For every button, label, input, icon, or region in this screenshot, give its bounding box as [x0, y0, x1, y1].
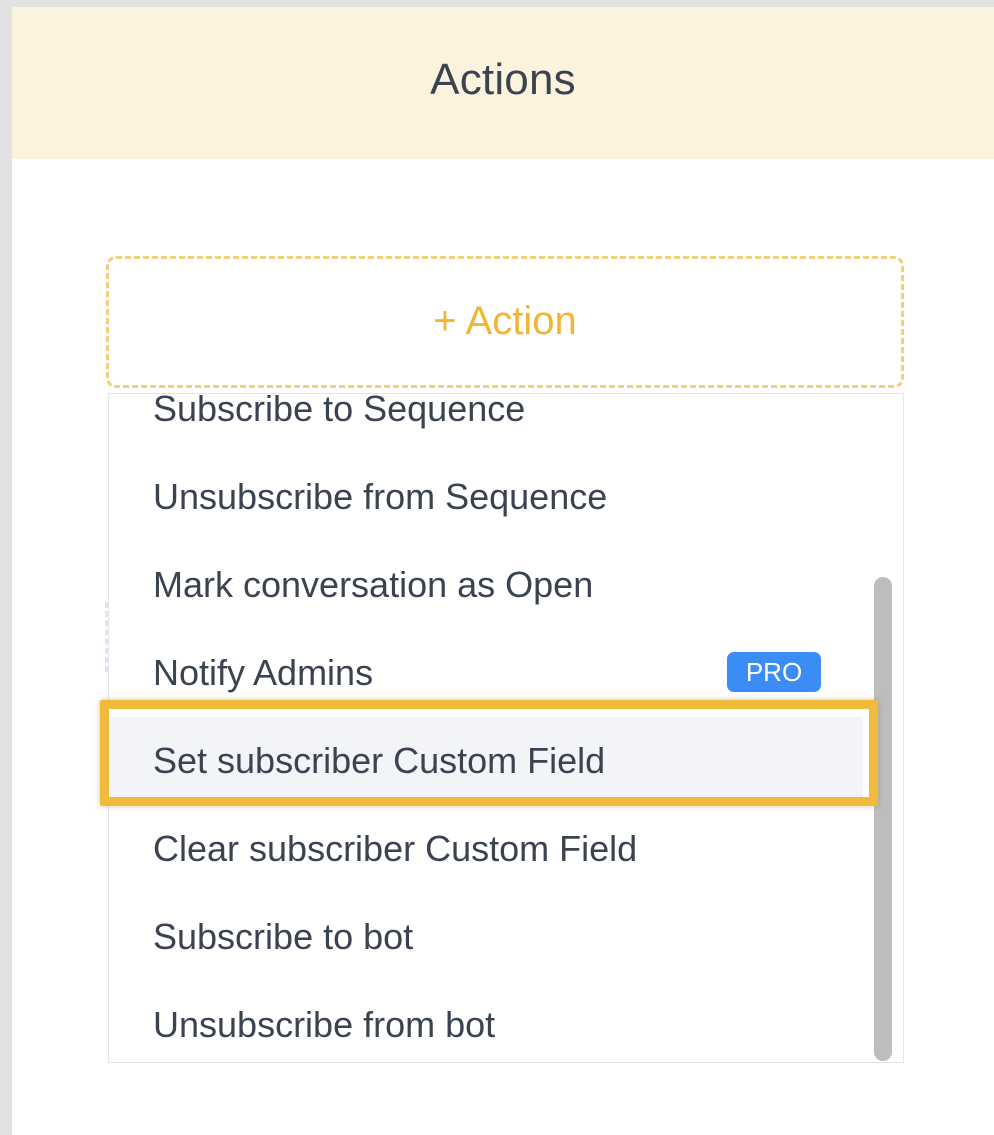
menu-item-label: Notify Admins [153, 652, 374, 693]
menu-item-label: Unsubscribe from bot [153, 1004, 496, 1045]
menu-item-subscribe-to-bot[interactable]: Subscribe to bot [110, 893, 863, 981]
menu-item-label: Clear subscriber Custom Field [153, 828, 638, 869]
menu-item-clear-subscriber-custom-field[interactable]: Clear subscriber Custom Field [110, 805, 863, 893]
add-action-button[interactable]: + Action [106, 256, 904, 388]
page-title: Actions [430, 55, 576, 104]
menu-item-set-subscriber-custom-field[interactable]: Set subscriber Custom Field [110, 717, 863, 805]
menu-item-mark-conversation-open[interactable]: Mark conversation as Open [110, 541, 863, 629]
action-dropdown-menu[interactable]: Subscribe to Sequence Unsubscribe from S… [108, 393, 904, 1063]
menu-item-label: Unsubscribe from Sequence [153, 476, 608, 517]
pro-badge: PRO [727, 652, 821, 692]
app-frame: Actions + Action Subscribe to Sequence U… [0, 0, 994, 1135]
add-action-label: + Action [433, 299, 577, 343]
menu-item-subscribe-to-sequence[interactable]: Subscribe to Sequence [110, 393, 863, 453]
menu-item-label: Set subscriber Custom Field [153, 740, 606, 781]
menu-item-label: Subscribe to bot [153, 916, 414, 957]
actions-header: Actions [12, 7, 994, 159]
menu-item-label: Mark conversation as Open [153, 564, 594, 605]
menu-item-unsubscribe-from-sequence[interactable]: Unsubscribe from Sequence [110, 453, 863, 541]
menu-item-label: Subscribe to Sequence [153, 393, 526, 429]
menu-item-notify-admins[interactable]: Notify Admins PRO [110, 629, 863, 717]
menu-item-unsubscribe-from-bot[interactable]: Unsubscribe from bot [110, 981, 863, 1062]
scrollbar-thumb[interactable] [874, 577, 892, 1061]
